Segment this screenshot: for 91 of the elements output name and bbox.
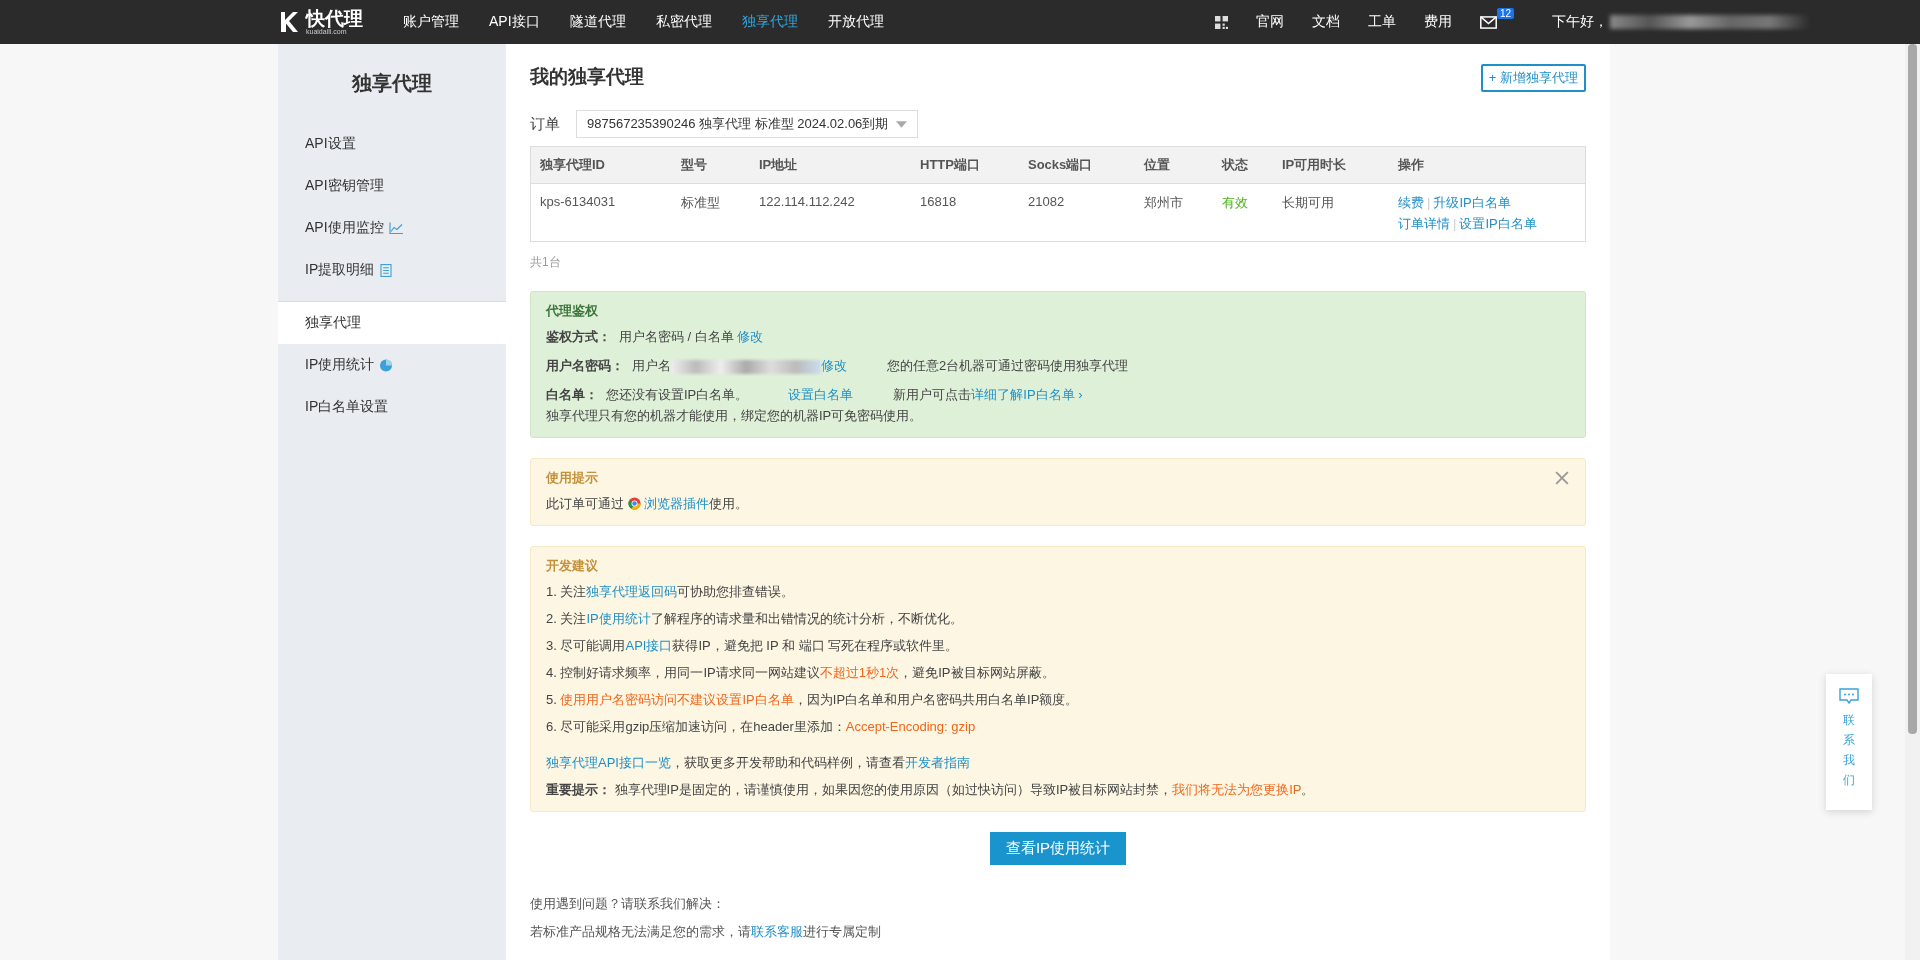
nav-menu-item[interactable]: API接口 [489,13,540,31]
sidebar-item[interactable]: API设置 [278,123,506,165]
close-icon[interactable] [1555,471,1569,485]
order-dropdown[interactable]: 987567235390246 独享代理 标准型 2024.02.06到期 [576,110,919,138]
nav-link[interactable]: 官网 [1255,13,1284,31]
text-link[interactable]: 独享代理API接口一览 [546,755,671,770]
order-label: 订单 [530,114,560,134]
table-cell-text: 郑州市 [1143,194,1184,212]
column-header: IP地址 [758,156,799,174]
text-link[interactable]: 修改 [737,329,764,344]
nav-link[interactable]: 工单 [1367,13,1396,31]
nav-menu-item[interactable]: 隧道代理 [569,13,626,31]
scrollbar[interactable] [1905,44,1920,960]
auth-note: 独享代理只有您的机器才能使用，绑定您的机器IP可免密码使用。 [546,407,924,425]
tip-line: 独享代理API接口一览，获取更多开发帮助和代码样例，请查看开发者指南 [546,754,971,772]
contact-us-button[interactable]: 联 系 我 们 [1826,674,1872,810]
link-separator: | [1453,216,1457,231]
column-header: IP可用时长 [1281,156,1348,174]
nav-menu-item[interactable]: 账户管理 [403,13,459,31]
greeting-text: 下午好， [1552,13,1608,31]
help-text: 使用遇到问题？请联系我们解决： [530,895,726,913]
qr-code-icon[interactable] [1214,15,1228,29]
important-note: 重要提示： 独享代理IP是固定的，请谨慎使用，如果因您的使用原因（如过快访问）导致IP被目标网站封禁，我们将无法为您更换IP。 [546,781,1316,799]
panel-title: 使用提示 [546,469,598,487]
sidebar-item[interactable]: IP白名单设置 [278,386,506,428]
table-cell-text: 122.114.112.242 [758,194,856,211]
tip-line: 6. 尽可能采用gzip压缩加速访问，在header里添加：Accept-Encoding: gzip [546,718,977,736]
tip-line: 1. 关注独享代理返回码可协助您排查错误。 [546,583,796,601]
column-header: 状态 [1220,156,1249,174]
auth-setting-line: 用户名密码： 用户名 修改 您的任意2台机器可通过密码使用独享代理 [546,357,1130,375]
tip-text: 此订单可通过 浏览器插件使用。 [546,495,749,513]
column-header: HTTP端口 [919,156,981,174]
scrollbar-thumb[interactable] [1908,44,1917,734]
column-header: Socks端口 [1027,156,1094,174]
table-cell-text: 21082 [1027,194,1066,211]
browser-icon [627,497,641,510]
text-link[interactable]: 详细了解IP白名单 › [971,387,1083,402]
sidebar-item[interactable]: IP提取明细 [278,249,506,291]
tip-line: 4. 控制好请求频率，用同一IP请求同一网站建议不超过1秒1次，避免IP被目标网站屏蔽。 [546,664,1056,682]
sidebar-item[interactable]: API使用监控 [278,207,506,249]
sidebar-item[interactable]: 独享代理 [278,302,506,344]
logo-title: 快代理 [306,9,363,28]
action-link[interactable]: 续费 [1398,195,1424,210]
text-link[interactable]: 独享代理返回码 [586,584,678,599]
link-separator: | [1427,195,1431,210]
text-link[interactable]: API接口 [625,638,673,653]
table-cell-text: kps-6134031 [539,194,617,211]
column-header: 型号 [680,156,708,174]
action-link[interactable]: 升级IP白名单 [1433,195,1511,210]
sidebar-title: 独享代理 [350,71,433,96]
text-link[interactable]: 设置白名单 [788,387,854,402]
auth-setting-line: 白名单： 您还没有设置IP白名单。 设置白名单 新用户可点击详细了解IP白名单 › [546,386,1084,404]
tip-line: 3. 尽可能调用API接口获得IP，避免把 IP 和 端口 写死在程序或软件里。 [546,637,960,655]
text-link[interactable]: 联系客服 [751,924,803,939]
mail-icon[interactable] [1479,15,1497,29]
tip-line: 2. 关注IP使用统计了解程序的请求量和出错情况的统计分析，不断优化。 [546,610,964,628]
nav-menu-item[interactable]: 私密代理 [655,13,712,31]
custom-text: 若标准产品规格无法满足您的需求，请联系客服进行专属定制 [530,923,882,941]
chat-icon [1839,688,1859,706]
pie-chart-icon [379,358,394,372]
action-link[interactable]: 订单详情 [1398,216,1450,231]
tip-line: 5. 使用用户名密码访问不建议设置IP白名单，因为IP白名单和用户名密码共用白名单IP额度。 [546,691,1080,709]
text-link[interactable]: IP使用统计 [586,611,651,626]
auth-setting-line: 鉴权方式： 用户名密码 / 白名单 修改 [546,328,765,346]
text-link[interactable]: 开发者指南 [904,755,970,770]
table-cell-text: 长期可用 [1281,194,1335,212]
document-icon [379,263,394,277]
notification-badge: 12 [1496,7,1514,19]
column-header: 独享代理ID [539,156,606,174]
status-cell-text: 有效 [1221,194,1249,212]
column-header: 位置 [1142,156,1171,174]
nav-link[interactable]: 费用 [1423,13,1452,31]
table-cell-text: 16818 [919,194,958,211]
panel-title: 代理鉴权 [546,302,598,320]
chart-icon [388,221,403,235]
text-link[interactable]: 修改 [821,358,847,373]
total-count: 共1台 [530,254,562,271]
column-header: 操作 [1397,156,1425,174]
nav-menu-item[interactable]: 独享代理 [741,13,798,31]
sidebar-item[interactable]: API密钥管理 [278,165,506,207]
page-title: 我的独享代理 [530,65,644,89]
add-proxy-button[interactable]: + 新增独享代理 [1480,64,1586,92]
caret-icon [896,120,908,128]
table-cell-text: 标准型 [680,194,721,212]
nav-link[interactable]: 文档 [1311,13,1340,31]
panel-title: 开发建议 [546,557,598,575]
action-link[interactable]: 设置IP白名单 [1459,216,1537,231]
text-link[interactable]: 浏览器插件 [643,496,709,511]
nav-menu-item[interactable]: 开放代理 [827,13,884,31]
view-stats-button[interactable]: 查看IP使用统计 [989,832,1127,865]
sidebar-item[interactable]: IP使用统计 [278,344,506,386]
